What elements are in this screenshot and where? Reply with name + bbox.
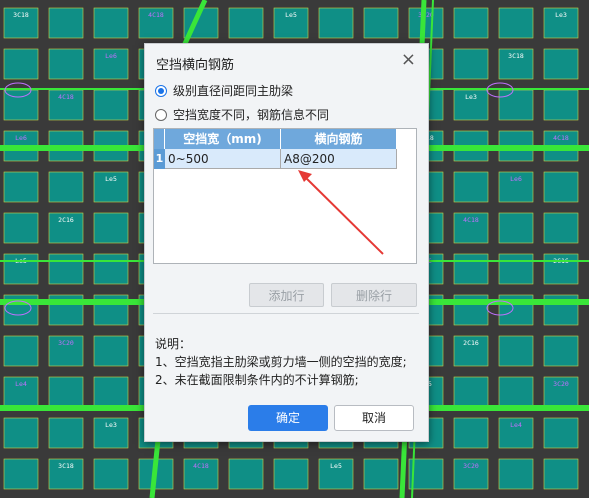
cell-width[interactable]: 0~500 [165, 149, 281, 169]
svg-text:3C20: 3C20 [58, 339, 74, 347]
cancel-button[interactable]: 取消 [334, 405, 414, 431]
svg-text:Le4: Le4 [15, 380, 27, 388]
svg-text:3C20: 3C20 [553, 380, 569, 388]
note-line-2: 2、未在截面限制条件内的不计算钢筋; [155, 373, 359, 387]
svg-text:Le5: Le5 [105, 175, 117, 183]
svg-text:4C18: 4C18 [463, 216, 479, 224]
ok-button[interactable]: 确定 [248, 405, 328, 431]
note-line-1: 1、空挡宽指主肋梁或剪力墙一侧的空挡的宽度; [155, 355, 407, 369]
radio-different-width[interactable]: 空挡宽度不同，钢筋信息不同 [155, 106, 329, 123]
row-number: 1 [154, 149, 165, 169]
add-row-button[interactable]: 添加行 [249, 283, 324, 307]
table-corner [154, 129, 165, 149]
svg-text:Le3: Le3 [465, 93, 477, 101]
radio-label: 空挡宽度不同，钢筋信息不同 [173, 108, 330, 122]
svg-text:3C20: 3C20 [463, 462, 479, 470]
svg-text:4C18: 4C18 [58, 93, 74, 101]
transverse-rebar-dialog: 空挡横向钢筋 × 级别直径间距同主肋梁 空挡宽度不同，钢筋信息不同 空挡宽（mm… [144, 43, 429, 442]
svg-text:Le5: Le5 [330, 462, 342, 470]
col-header-rebar: 横向钢筋 [281, 129, 397, 149]
svg-text:Le6: Le6 [15, 134, 27, 142]
svg-text:Le4: Le4 [510, 421, 522, 429]
svg-text:2C16: 2C16 [58, 216, 74, 224]
notes-heading: 说明： [155, 337, 192, 351]
col-header-width: 空挡宽（mm) [165, 129, 281, 149]
radio-checked-icon[interactable] [155, 84, 167, 97]
radio-unchecked-icon[interactable] [155, 108, 167, 121]
radio-label: 级别直径间距同主肋梁 [173, 84, 294, 98]
svg-text:Le6: Le6 [105, 52, 117, 60]
svg-text:3C18: 3C18 [58, 462, 74, 470]
svg-text:2C16: 2C16 [463, 339, 479, 347]
svg-text:4C18: 4C18 [553, 134, 569, 142]
svg-text:Le3: Le3 [555, 11, 567, 19]
dialog-title: 空挡横向钢筋 [156, 58, 235, 73]
cell-rebar[interactable]: A8@200 [281, 149, 397, 169]
radio-same-as-main-beam[interactable]: 级别直径间距同主肋梁 [155, 82, 293, 99]
delete-row-button[interactable]: 删除行 [331, 283, 417, 307]
close-icon[interactable]: × [401, 50, 416, 70]
svg-text:4C18: 4C18 [148, 11, 164, 19]
divider [153, 313, 419, 314]
svg-text:3C18: 3C18 [13, 11, 29, 19]
svg-text:3C18: 3C18 [508, 52, 524, 60]
rebar-table: 空挡宽（mm) 横向钢筋 1 0~500 A8@200 [153, 128, 417, 264]
svg-text:Le3: Le3 [105, 421, 117, 429]
svg-text:4C18: 4C18 [193, 462, 209, 470]
svg-text:Le6: Le6 [510, 175, 522, 183]
svg-text:Le5: Le5 [285, 11, 297, 19]
